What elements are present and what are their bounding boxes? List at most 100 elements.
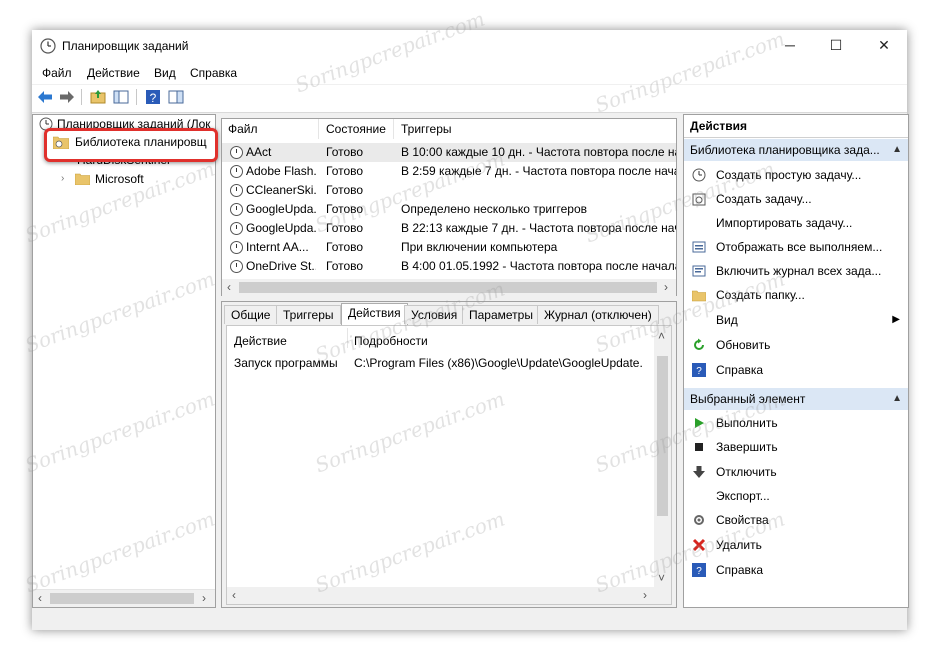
action-create-task[interactable]: Создать задачу... bbox=[684, 187, 908, 211]
task-scheduler-window: Планировщик заданий ─ ☐ ✕ Файл Действие … bbox=[32, 30, 909, 630]
table-row[interactable]: CCleanerSki... Готово bbox=[222, 181, 676, 200]
action-export[interactable]: Экспорт... bbox=[684, 484, 908, 508]
expand-chevron-icon[interactable]: › bbox=[61, 170, 64, 188]
task-list-header: Файл Состояние Триггеры bbox=[222, 119, 676, 139]
scroll-down-icon[interactable]: ˅ bbox=[658, 571, 665, 585]
group-selected-item[interactable]: Выбранный элемент ▲ bbox=[684, 388, 908, 410]
scroll-thumb[interactable] bbox=[50, 593, 194, 604]
scroll-right-icon[interactable]: › bbox=[202, 591, 206, 605]
action-label: Создать задачу... bbox=[716, 192, 812, 206]
tab-triggers[interactable]: Триггеры bbox=[276, 305, 341, 324]
table-row[interactable]: GoogleUpda... Готово Определено нескольк… bbox=[222, 200, 676, 219]
action-label: Обновить bbox=[716, 338, 771, 352]
delete-icon bbox=[692, 538, 706, 552]
table-row[interactable]: OneDrive St... Готово В 4:00 01.05.1992 … bbox=[222, 257, 676, 276]
column-separator[interactable] bbox=[393, 119, 394, 139]
scroll-left-icon[interactable]: ‹ bbox=[232, 588, 236, 602]
scroll-left-icon[interactable]: ‹ bbox=[38, 591, 42, 605]
collapse-triangle-icon[interactable]: ▲ bbox=[892, 388, 902, 410]
forward-arrow-icon[interactable] bbox=[58, 88, 76, 106]
action-import-task[interactable]: Импортировать задачу... bbox=[684, 211, 908, 235]
task-trigger: В 10:00 каждые 10 дн. - Частота повтора … bbox=[401, 145, 676, 159]
action-run[interactable]: Выполнить bbox=[684, 411, 908, 435]
action-view[interactable]: Вид ▶ bbox=[684, 308, 908, 332]
group-label: Выбранный элемент bbox=[690, 392, 806, 406]
menu-help[interactable]: Справка bbox=[190, 66, 237, 80]
scroll-thumb[interactable] bbox=[657, 356, 668, 516]
scroll-left-icon[interactable]: ‹ bbox=[227, 280, 231, 294]
table-row[interactable]: Internt AA... Готово При включении компь… bbox=[222, 238, 676, 257]
toolbar-separator bbox=[81, 89, 82, 105]
action-new-folder[interactable]: Создать папку... bbox=[684, 283, 908, 307]
action-label: Свойства bbox=[716, 513, 769, 527]
menu-file[interactable]: Файл bbox=[42, 66, 72, 80]
maximize-button[interactable]: ☐ bbox=[813, 30, 859, 60]
help-icon[interactable]: ? bbox=[144, 88, 162, 106]
navigation-tree: Планировщик заданий (Лок HardDiskSentine… bbox=[32, 114, 216, 608]
menu-action[interactable]: Действие bbox=[87, 66, 140, 80]
create-basic-task-icon bbox=[692, 168, 706, 182]
action-help[interactable]: ? Справка bbox=[684, 358, 908, 382]
properties-icon bbox=[694, 515, 704, 525]
scroll-up-icon[interactable]: ˄ bbox=[658, 329, 665, 343]
details-horizontal-scrollbar[interactable]: ‹ › bbox=[227, 587, 671, 604]
scroll-thumb[interactable] bbox=[239, 282, 657, 293]
pane-splitter[interactable] bbox=[221, 296, 677, 300]
tree-item-library-highlight[interactable]: Библиотека планировщ bbox=[44, 128, 218, 162]
group-scheduler-library[interactable]: Библиотека планировщика зада... ▲ bbox=[684, 139, 908, 161]
show-pane-icon[interactable] bbox=[112, 88, 130, 106]
folder-up-icon[interactable] bbox=[89, 88, 107, 106]
details-vertical-scrollbar[interactable]: ˄ ˅ bbox=[654, 326, 671, 588]
action-delete[interactable]: Удалить bbox=[684, 533, 908, 557]
action-disable[interactable]: Отключить bbox=[684, 460, 908, 484]
task-name: CCleanerSki... bbox=[246, 183, 316, 197]
action-label: Создать простую задачу... bbox=[716, 168, 862, 182]
menu-view[interactable]: Вид bbox=[154, 66, 176, 80]
action-label: Импортировать задачу... bbox=[716, 216, 853, 230]
details-tabs: Общие Триггеры Действия Условия Параметр… bbox=[222, 302, 676, 325]
tab-general[interactable]: Общие bbox=[224, 305, 278, 324]
action-label: Вид bbox=[716, 313, 738, 327]
column-header-action[interactable]: Действие bbox=[234, 334, 287, 348]
tab-settings[interactable]: Параметры bbox=[462, 305, 540, 324]
task-trigger: В 22:13 каждые 7 дн. - Частота повтора п… bbox=[401, 221, 676, 235]
table-row[interactable]: Adobe Flash... Готово В 2:59 каждые 7 дн… bbox=[222, 162, 676, 181]
history-icon bbox=[692, 265, 706, 277]
collapse-triangle-icon[interactable]: ▲ bbox=[892, 139, 902, 161]
minimize-button[interactable]: ─ bbox=[767, 30, 813, 60]
tab-conditions[interactable]: Условия bbox=[404, 305, 465, 324]
action-end[interactable]: Завершить bbox=[684, 435, 908, 459]
column-header-details[interactable]: Подробности bbox=[354, 334, 428, 348]
table-row[interactable]: AAct Готово В 10:00 каждые 10 дн. - Част… bbox=[222, 143, 676, 162]
action-create-basic-task[interactable]: Создать простую задачу... bbox=[684, 163, 908, 187]
tab-actions[interactable]: Действия bbox=[341, 303, 408, 325]
column-separator[interactable] bbox=[318, 119, 319, 139]
scroll-right-icon[interactable]: › bbox=[664, 280, 668, 294]
action-enable-history[interactable]: Включить журнал всех зада... bbox=[684, 259, 908, 283]
tab-history[interactable]: Журнал (отключен) bbox=[537, 305, 659, 324]
column-header-triggers[interactable]: Триггеры bbox=[401, 122, 452, 136]
action-refresh[interactable]: Обновить bbox=[684, 333, 908, 357]
action-label: Выполнить bbox=[716, 416, 778, 430]
table-row[interactable]: GoogleUpda... Готово В 22:13 каждые 7 дн… bbox=[222, 219, 676, 238]
action-help-selected[interactable]: ? Справка bbox=[684, 558, 908, 582]
column-separator[interactable] bbox=[347, 328, 348, 348]
svg-text:?: ? bbox=[696, 566, 702, 577]
tree-horizontal-scrollbar[interactable]: ‹ › bbox=[33, 589, 215, 607]
action-label: Справка bbox=[716, 563, 764, 577]
task-clock-icon bbox=[230, 222, 243, 235]
column-header-file[interactable]: Файл bbox=[228, 122, 258, 136]
back-arrow-icon[interactable] bbox=[36, 88, 54, 106]
action-pane-icon[interactable] bbox=[167, 88, 185, 106]
task-trigger: В 2:59 каждые 7 дн. - Частота повтора по… bbox=[401, 164, 676, 178]
disable-icon bbox=[693, 466, 705, 478]
action-show-running-tasks[interactable]: Отображать все выполняем... bbox=[684, 235, 908, 259]
task-trigger: Определено несколько триггеров bbox=[401, 202, 588, 216]
task-list-horizontal-scrollbar[interactable]: ‹ › bbox=[222, 279, 676, 296]
action-properties[interactable]: Свойства bbox=[684, 508, 908, 532]
scroll-right-icon[interactable]: › bbox=[643, 588, 647, 602]
task-clock-icon bbox=[230, 241, 243, 254]
close-button[interactable]: ✕ bbox=[861, 30, 907, 60]
column-header-state[interactable]: Состояние bbox=[326, 122, 386, 136]
svg-text:?: ? bbox=[150, 91, 157, 105]
